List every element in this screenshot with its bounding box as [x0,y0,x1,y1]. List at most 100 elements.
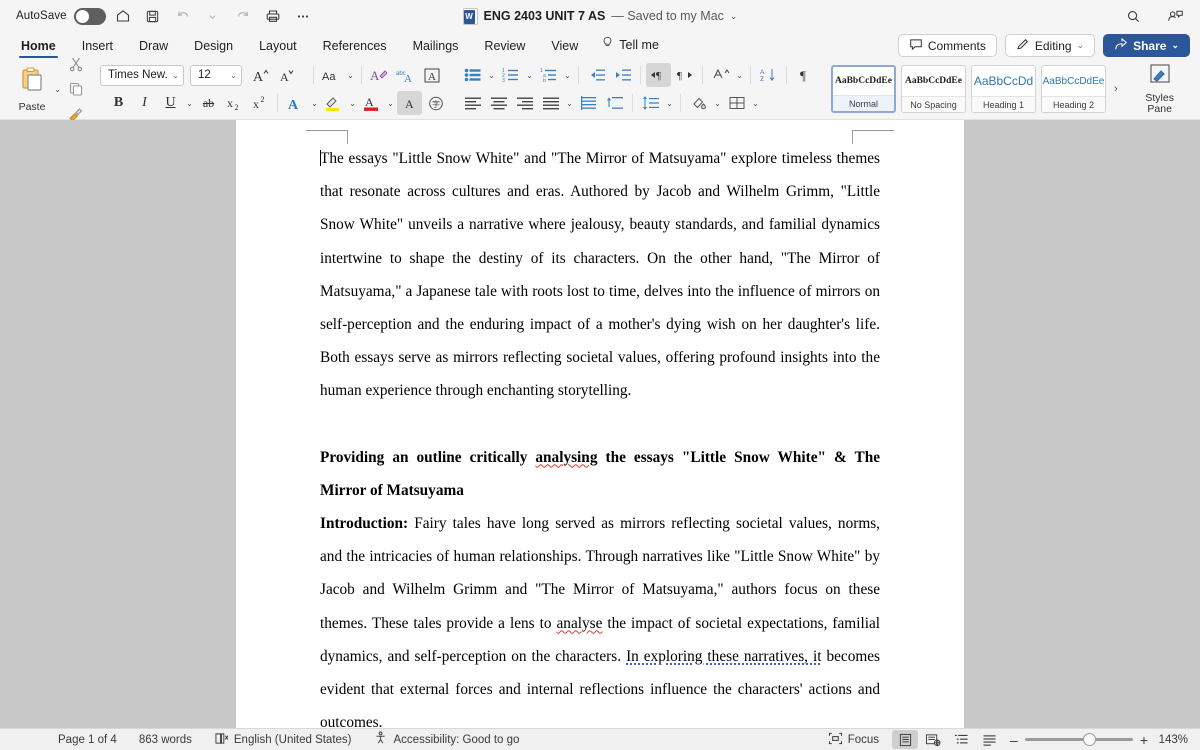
underline-chevron-down-icon[interactable]: ⌄ [184,91,195,115]
bullet-list-chevron-down-icon[interactable]: ⌄ [486,63,497,87]
highlight-color-icon[interactable] [321,91,346,115]
numbered-list-chevron-down-icon[interactable]: ⌄ [524,63,535,87]
ltr-text-direction-icon[interactable]: ¶ [646,63,671,87]
highlight-chevron-down-icon[interactable]: ⌄ [347,91,358,115]
text-shading-icon[interactable]: A [397,91,422,115]
phonetic-guide-icon[interactable]: 字 [423,91,448,115]
tab-review[interactable]: Review [471,39,538,58]
misspelled-word-analyse[interactable]: analyse [557,615,603,632]
line-spacing-chevron-down-icon[interactable]: ⌄ [664,91,675,115]
justify-icon[interactable] [538,91,563,115]
bold-button[interactable]: B [106,91,131,115]
share-button[interactable]: Share ⌄ [1103,34,1190,57]
search-icon[interactable] [1120,3,1146,29]
tab-references[interactable]: References [310,39,400,58]
accessibility-indicator[interactable]: Accessibility: Good to go [363,731,531,748]
font-color-chevron-down-icon[interactable]: ⌄ [385,91,396,115]
tab-layout[interactable]: Layout [246,39,310,58]
align-center-icon[interactable] [486,91,511,115]
tell-me-button[interactable]: Tell me [591,36,672,58]
justify-chevron-down-icon[interactable]: ⌄ [564,91,575,115]
increase-indent-icon[interactable] [610,63,635,87]
font-size-combo[interactable]: 12 ⌄ [190,64,242,86]
font-name-combo[interactable]: Times New... ⌄ [100,64,184,86]
align-left-icon[interactable] [460,91,485,115]
paste-chevron-down-icon[interactable]: ⌄ [52,77,63,101]
multilevel-list-chevron-down-icon[interactable]: ⌄ [562,63,573,87]
show-formatting-marks-icon[interactable]: ¶ [792,63,817,87]
paragraph-spacing-icon[interactable] [708,63,733,87]
zoom-slider-control[interactable]: – + [1010,733,1148,747]
rtl-text-direction-icon[interactable]: ¶ [672,63,697,87]
home-icon[interactable] [110,3,136,29]
change-case-icon[interactable]: Aa [319,63,344,87]
web-layout-view-icon[interactable] [920,730,946,749]
zoom-in-button[interactable]: + [1140,733,1148,747]
grow-font-icon[interactable]: A [248,63,273,87]
presence-icon[interactable] [1162,3,1188,29]
borders-chevron-down-icon[interactable]: ⌄ [750,91,761,115]
outline-view-icon[interactable] [948,730,974,749]
character-border-icon[interactable]: A [419,63,444,87]
tab-draw[interactable]: Draw [126,39,181,58]
strikethrough-button[interactable]: ab [196,91,221,115]
decrease-indent-icon[interactable] [584,63,609,87]
undo-icon[interactable] [170,3,196,29]
align-right-icon[interactable] [512,91,537,115]
focus-mode-button[interactable]: Focus [817,732,890,748]
style-heading-2[interactable]: AaBbCcDdEe Heading 2 [1041,65,1106,113]
multilevel-list-icon[interactable]: 1 a b [536,63,561,87]
sort-icon[interactable]: AZ [756,63,781,87]
tab-mailings[interactable]: Mailings [400,39,472,58]
distributed-align-icon[interactable] [576,91,601,115]
document-title[interactable]: ENG 2403 UNIT 7 AS [484,9,606,23]
page-indicator[interactable]: Page 1 of 4 [0,734,128,746]
tab-home[interactable]: Home [8,39,69,58]
paste-button[interactable]: Paste [12,65,52,113]
font-color-icon[interactable]: A [359,91,384,115]
spelling-check-icon[interactable]: abc A [393,63,418,87]
tab-design[interactable]: Design [181,39,246,58]
superscript-button[interactable]: x2 [248,91,273,115]
zoom-out-button[interactable]: – [1010,733,1018,747]
undo-dropdown-icon[interactable] [200,3,226,29]
document-page[interactable]: The essays "Little Snow White" and "The … [236,120,964,728]
paragraph-spacing-chevron-down-icon[interactable]: ⌄ [734,63,745,87]
save-icon[interactable] [140,3,166,29]
autosave-toggle[interactable] [73,7,106,25]
shading-icon[interactable] [686,91,711,115]
print-icon[interactable] [260,3,286,29]
title-chevron-down-icon[interactable]: ⌄ [730,11,738,22]
word-count[interactable]: 863 words [128,734,203,746]
styles-pane-button[interactable]: Styles Pane [1135,61,1185,117]
draft-view-icon[interactable] [976,730,1002,749]
style-no-spacing[interactable]: AaBbCcDdEe No Spacing [901,65,966,113]
subscript-button[interactable]: x2 [222,91,247,115]
italic-button[interactable]: I [132,91,157,115]
style-normal[interactable]: AaBbCcDdEe Normal [831,65,896,113]
underline-button[interactable]: U [158,91,183,115]
shading-chevron-down-icon[interactable]: ⌄ [712,91,723,115]
print-layout-view-icon[interactable] [892,730,919,749]
more-options-icon[interactable] [290,3,316,29]
text-effects-icon[interactable]: A [282,91,307,115]
editing-mode-button[interactable]: Editing ⌄ [1004,34,1096,57]
shrink-font-icon[interactable]: A [274,63,299,87]
misspelled-word-analysing[interactable]: analysing [535,449,597,466]
zoom-slider-track[interactable] [1024,733,1133,746]
change-case-chevron-down-icon[interactable]: ⌄ [345,63,356,87]
line-spacing-icon[interactable] [638,91,663,115]
language-indicator[interactable]: English (United States) [203,732,363,748]
document-text-area[interactable]: The essays "Little Snow White" and "The … [320,142,880,728]
comments-button[interactable]: Comments [897,34,997,57]
bullet-list-icon[interactable] [460,63,485,87]
zoom-percentage[interactable]: 143% [1156,734,1192,746]
clear-formatting-icon[interactable]: A [367,63,392,87]
document-workspace[interactable]: The essays "Little Snow White" and "The … [0,120,1200,728]
numbered-list-icon[interactable]: 123 [498,63,523,87]
redo-icon[interactable] [230,3,256,29]
borders-icon[interactable] [724,91,749,115]
tab-view[interactable]: View [538,39,591,58]
grammar-flagged-phrase[interactable]: In exploring these narratives, it [626,648,821,665]
style-heading-1[interactable]: AaBbCcDd Heading 1 [971,65,1036,113]
